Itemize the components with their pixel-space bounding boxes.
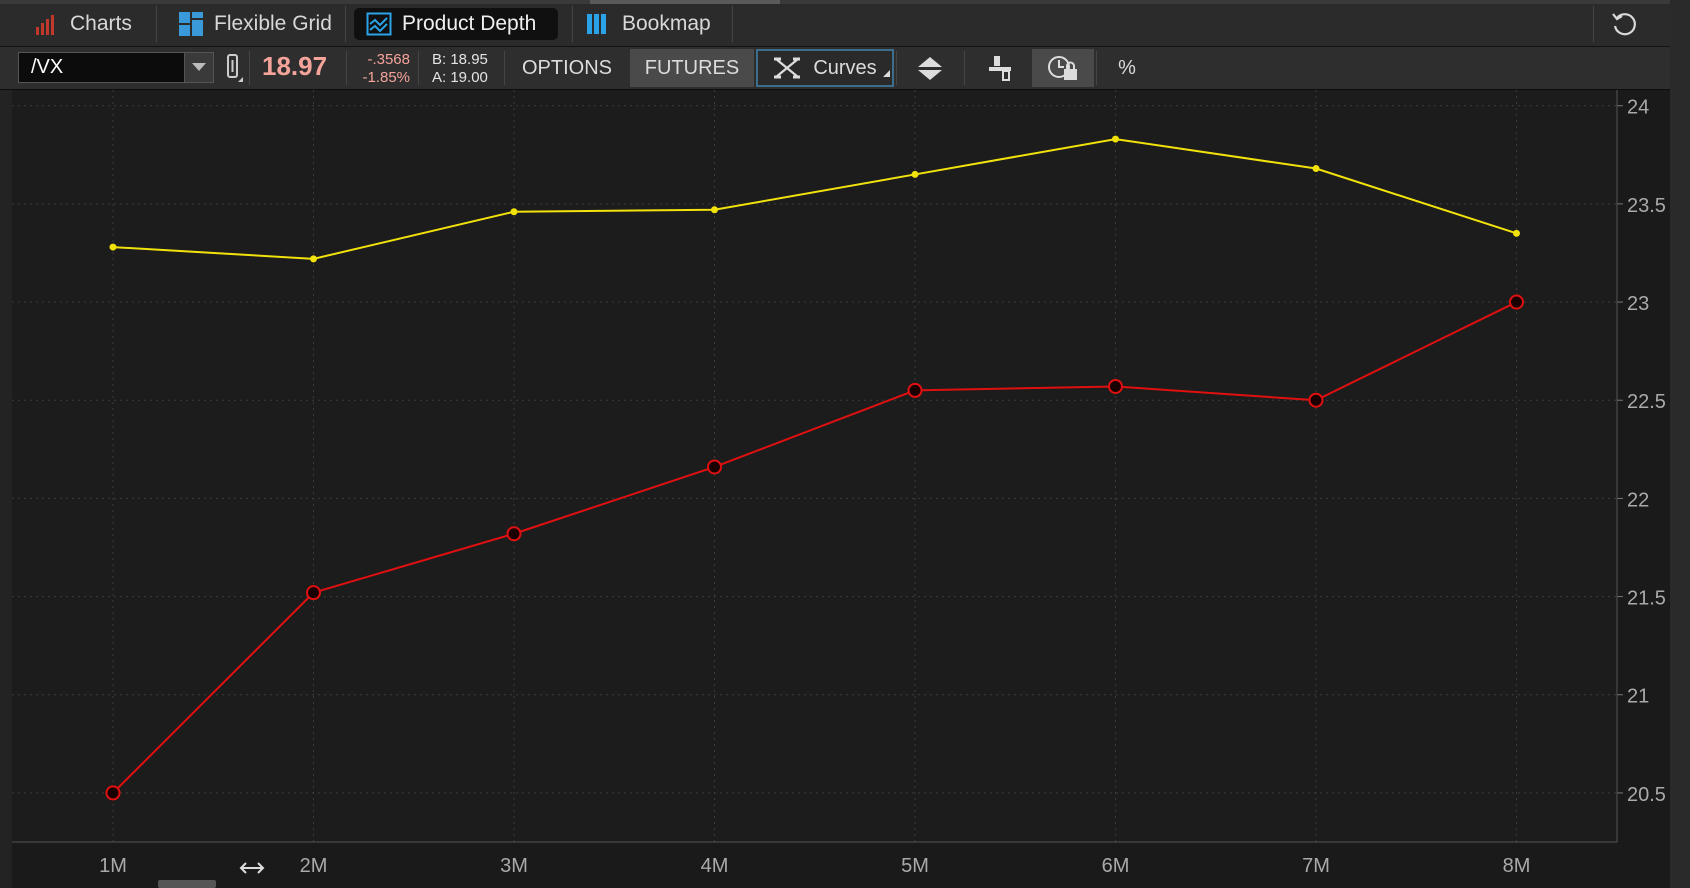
depth-chart-icon bbox=[366, 12, 392, 36]
tab-divider bbox=[156, 6, 157, 42]
toolbar: /VX 18.97 -.3568 -1.85% B: 18.95 A: 19.0… bbox=[0, 47, 1690, 90]
corner-indicator-icon bbox=[883, 60, 890, 83]
options-button[interactable]: OPTIONS bbox=[508, 49, 626, 87]
price-change: -.3568 -1.85% bbox=[352, 51, 410, 87]
chevron-down-icon[interactable] bbox=[184, 53, 213, 82]
y-tick-label: 23 bbox=[1627, 293, 1649, 315]
toolbar-divider bbox=[346, 51, 347, 85]
bookmap-icon bbox=[586, 12, 612, 36]
y-tick-label: 23.5 bbox=[1627, 195, 1666, 217]
x-tick-label: 7M bbox=[1302, 855, 1330, 877]
percent-change: -1.85% bbox=[362, 69, 410, 86]
grid-icon bbox=[178, 11, 204, 37]
data-point bbox=[506, 526, 522, 542]
chart-area: 20.5 21 21.5 22 22.5 23 23.5 24 1M 2M 3M 4M 5M 6M 7M 8M bbox=[12, 90, 1666, 877]
tab-divider bbox=[1593, 6, 1594, 42]
symbol-value: /VX bbox=[31, 56, 64, 78]
toolbar-divider bbox=[964, 51, 965, 85]
tab-product-depth[interactable]: Product Depth bbox=[354, 8, 558, 40]
time-lock-icon[interactable] bbox=[1032, 49, 1094, 87]
data-point bbox=[1112, 135, 1119, 143]
y-tick-label: 22 bbox=[1627, 489, 1649, 511]
data-point bbox=[711, 206, 718, 214]
toolbar-divider bbox=[504, 51, 505, 85]
tab-label: Flexible Grid bbox=[214, 12, 332, 35]
y-tick-label: 21 bbox=[1627, 686, 1649, 708]
symbol-input[interactable]: /VX bbox=[18, 52, 214, 83]
x-tick-label: 3M bbox=[500, 855, 528, 877]
sort-icon[interactable] bbox=[900, 49, 960, 87]
toolbar-divider bbox=[896, 51, 897, 85]
data-point bbox=[510, 208, 518, 216]
data-point bbox=[1513, 229, 1520, 237]
tab-flexible-grid[interactable]: Flexible Grid bbox=[166, 8, 344, 40]
series-line bbox=[112, 138, 1517, 260]
refresh-icon[interactable] bbox=[1604, 8, 1644, 40]
data-point bbox=[1509, 294, 1524, 310]
data-point bbox=[707, 459, 722, 475]
data-point bbox=[907, 382, 923, 398]
y-tick-label: 24 bbox=[1627, 97, 1649, 119]
tab-divider bbox=[572, 6, 573, 42]
tab-divider bbox=[732, 6, 733, 42]
y-tick-label: 21.5 bbox=[1627, 588, 1666, 610]
data-point bbox=[310, 255, 317, 263]
x-tick-label: 6M bbox=[1102, 855, 1130, 877]
bid-ask: B: 18.95 A: 19.00 bbox=[432, 51, 488, 87]
tab-label: Charts bbox=[70, 12, 132, 35]
ask-price: A: 19.00 bbox=[432, 69, 488, 86]
last-price: 18.97 bbox=[262, 51, 328, 81]
left-panel-edge bbox=[0, 90, 12, 888]
strike-filter-icon[interactable] bbox=[968, 49, 1032, 87]
x-tick-label: 4M bbox=[701, 855, 729, 877]
toolbar-divider bbox=[418, 51, 419, 85]
percent-button[interactable]: % bbox=[1100, 49, 1154, 87]
right-panel-edge bbox=[1670, 0, 1690, 888]
data-point bbox=[911, 170, 919, 178]
tab-label: Bookmap bbox=[622, 12, 711, 35]
data-point bbox=[109, 243, 117, 251]
x-tick-label: 1M bbox=[99, 855, 127, 877]
tab-bar: Charts Flexible Grid Product Depth Bookm… bbox=[0, 0, 1690, 47]
link-icon[interactable] bbox=[224, 53, 244, 83]
tab-charts[interactable]: Charts bbox=[22, 8, 144, 40]
bid-price: B: 18.95 bbox=[432, 51, 488, 68]
x-tick-label: 5M bbox=[901, 855, 929, 877]
top-border bbox=[0, 0, 1690, 4]
toolbar-divider bbox=[249, 51, 250, 85]
curves-icon bbox=[773, 55, 801, 81]
tab-divider bbox=[345, 6, 346, 42]
x-tick-label: 8M bbox=[1503, 855, 1531, 877]
x-tick-label: 2M bbox=[300, 855, 328, 877]
data-point bbox=[1312, 165, 1320, 173]
futures-button[interactable]: FUTURES bbox=[630, 49, 754, 87]
bar-chart-icon bbox=[34, 12, 60, 36]
data-point bbox=[105, 785, 121, 801]
data-point bbox=[306, 585, 321, 601]
resize-horizontal-icon[interactable] bbox=[238, 860, 266, 876]
term-structure-chart: 20.5 21 21.5 22 22.5 23 23.5 24 1M 2M 3M 4M 5M 6M 7M 8M bbox=[12, 90, 1666, 877]
data-point bbox=[1108, 378, 1123, 394]
curves-label: Curves bbox=[813, 56, 877, 79]
curves-button[interactable]: Curves bbox=[756, 49, 894, 87]
toolbar-divider bbox=[1096, 51, 1097, 85]
net-change: -.3568 bbox=[367, 51, 410, 68]
data-point bbox=[1308, 392, 1324, 408]
y-tick-label: 22.5 bbox=[1627, 391, 1666, 413]
tab-bookmap[interactable]: Bookmap bbox=[574, 8, 723, 40]
tab-label: Product Depth bbox=[402, 12, 537, 35]
horizontal-scrollbar[interactable] bbox=[158, 880, 216, 888]
top-border-highlight bbox=[590, 0, 780, 4]
series-line bbox=[112, 301, 1517, 794]
y-tick-label: 20.5 bbox=[1627, 784, 1666, 806]
